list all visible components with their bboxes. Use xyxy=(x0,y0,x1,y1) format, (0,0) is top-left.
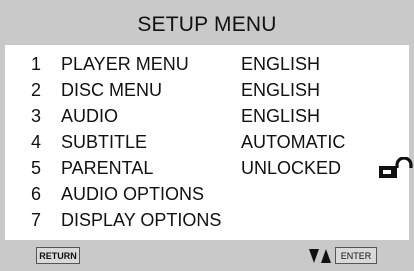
menu-item-number: 5 xyxy=(31,158,42,178)
menu-item-number: 1 xyxy=(31,54,42,74)
menu-item-number: 7 xyxy=(31,210,42,230)
menu-item-label: DISPLAY OPTIONS xyxy=(61,210,222,230)
setup-menu-screen: SETUP MENU 1 PLAYER MENU ENGLISH 2 DISC … xyxy=(0,0,414,271)
unlocked-padlock-icon xyxy=(379,157,413,178)
menu-item-value: UNLOCKED xyxy=(241,158,342,178)
menu-item-player-menu[interactable]: 1 PLAYER MENU ENGLISH xyxy=(5,51,409,77)
menu-item-number: 2 xyxy=(31,80,42,100)
menu-item-label: DISC MENU xyxy=(61,80,163,100)
enter-button[interactable]: ENTER xyxy=(335,247,377,264)
menu-item-label: PARENTAL xyxy=(61,158,154,178)
menu-footer: RETURN ENTER xyxy=(5,244,409,268)
menu-item-subtitle[interactable]: 4 SUBTITLE AUTOMATIC xyxy=(5,129,409,155)
menu-item-label: SUBTITLE xyxy=(61,132,148,152)
menu-title-bar: SETUP MENU xyxy=(5,5,409,45)
menu-title: SETUP MENU xyxy=(137,13,277,36)
menu-item-label: AUDIO OPTIONS xyxy=(61,184,205,204)
menu-item-display-options[interactable]: 7 DISPLAY OPTIONS xyxy=(5,207,409,233)
menu-list: 1 PLAYER MENU ENGLISH 2 DISC MENU ENGLIS… xyxy=(5,45,413,240)
menu-item-number: 3 xyxy=(31,106,42,126)
menu-item-value: AUTOMATIC xyxy=(241,132,346,152)
menu-item-value: ENGLISH xyxy=(241,54,321,74)
menu-item-audio-options[interactable]: 6 AUDIO OPTIONS xyxy=(5,181,409,207)
menu-item-label: AUDIO xyxy=(61,106,119,126)
menu-item-number: 6 xyxy=(31,184,42,204)
menu-item-value: ENGLISH xyxy=(241,80,321,100)
up-down-arrows-icon[interactable] xyxy=(309,249,331,263)
menu-item-audio[interactable]: 3 AUDIO ENGLISH xyxy=(5,103,409,129)
menu-item-disc-menu[interactable]: 2 DISC MENU ENGLISH xyxy=(5,77,409,103)
return-button[interactable]: RETURN xyxy=(36,247,80,264)
menu-item-label: PLAYER MENU xyxy=(61,54,189,74)
menu-item-value: ENGLISH xyxy=(241,106,321,126)
menu-item-number: 4 xyxy=(31,132,42,152)
menu-item-parental[interactable]: 5 PARENTAL UNLOCKED xyxy=(5,155,413,181)
